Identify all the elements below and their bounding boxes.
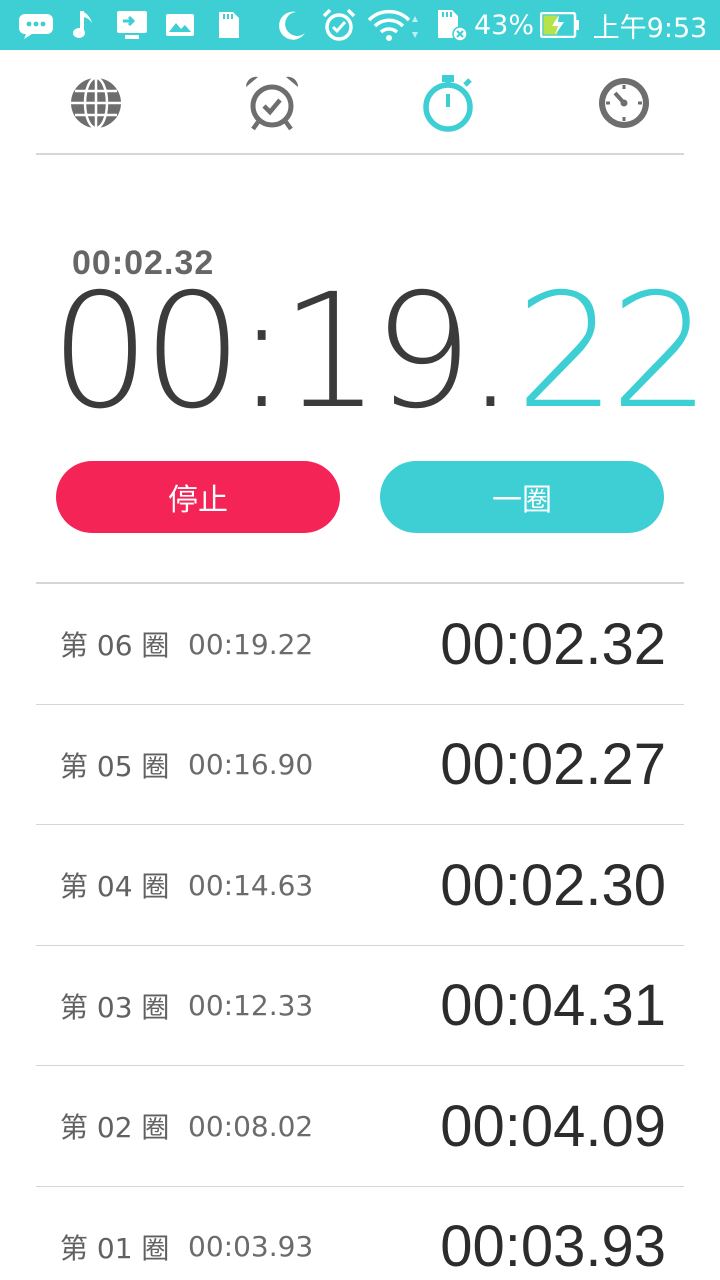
lap-number: 第 02 圈 [60,1111,170,1144]
lap-number: 第 06 圈 [60,629,170,662]
tab-stopwatch[interactable] [388,50,508,155]
wifi-icon [366,0,422,50]
battery-charging-icon [538,0,582,50]
lap-split-time: 00:02.27 [440,732,666,797]
alarm-icon [320,0,358,50]
status-bar: 43% 上午9:53 [0,0,720,50]
lap-split-time: 00:03.93 [440,1214,666,1279]
stopwatch-display: 00:19.22 [50,260,711,444]
message-icon [16,0,56,50]
tab-bar [36,50,684,155]
lap-total-time: 00:19.22 [188,627,314,661]
lap-number: 第 05 圈 [60,749,170,783]
lap-total-time: 00:03.93 [188,1230,314,1263]
lap-total-time: 00:14.63 [188,868,314,902]
lap-number: 第 04 圈 [60,870,170,903]
lap-row: 第 02 圈 00:08.02 00:04.09 [36,1066,684,1187]
alarm-clock-icon [245,76,299,130]
lap-row: 第 06 圈 00:19.22 00:02.32 [36,584,684,705]
lap-split-time: 00:04.09 [440,1093,666,1159]
lap-split-time: 00:02.32 [440,611,666,677]
lap-row: 第 01 圈 00:03.93 00:03.93 [36,1187,684,1280]
tab-timer[interactable] [564,50,684,155]
lap-total-time: 00:12.33 [188,989,314,1022]
timer-dial-icon [599,77,649,128]
timer-centiseconds: 22 [515,260,711,444]
lap-row: 第 03 圈 00:12.33 00:04.31 [36,946,684,1066]
globe-icon [71,76,121,129]
lap-split-time: 00:02.30 [440,852,666,918]
lap-total-time: 00:08.02 [188,1109,314,1143]
tab-world-clock[interactable] [36,50,156,155]
lap-number: 第 03 圈 [60,990,170,1024]
lap-list[interactable]: 第 06 圈 00:19.22 00:02.32 第 05 圈 00:16.90… [36,582,684,1280]
stop-button[interactable]: 停止 [56,461,340,533]
sd-card-icon [214,0,244,50]
lap-button[interactable]: 一圈 [380,461,664,533]
lap-split-time: 00:04.31 [440,973,666,1038]
stopwatch-icon [423,74,473,132]
moon-icon [274,0,310,50]
lap-number: 第 01 圈 [60,1231,170,1265]
battery-percent: 43% [474,9,535,41]
lap-total-time: 00:16.90 [188,748,314,781]
timer-minutes-seconds: 00:19 [50,260,473,444]
lap-row: 第 04 圈 00:14.63 00:02.30 [36,825,684,946]
screen-cast-icon [114,0,150,50]
sd-card-error-icon [434,0,470,50]
lap-row: 第 05 圈 00:16.90 00:02.27 [36,705,684,825]
timer-dot: . [465,260,516,444]
gallery-icon [164,0,196,50]
status-time: 上午9:53 [592,12,708,44]
music-icon [70,0,100,50]
tab-alarm[interactable] [212,50,332,155]
